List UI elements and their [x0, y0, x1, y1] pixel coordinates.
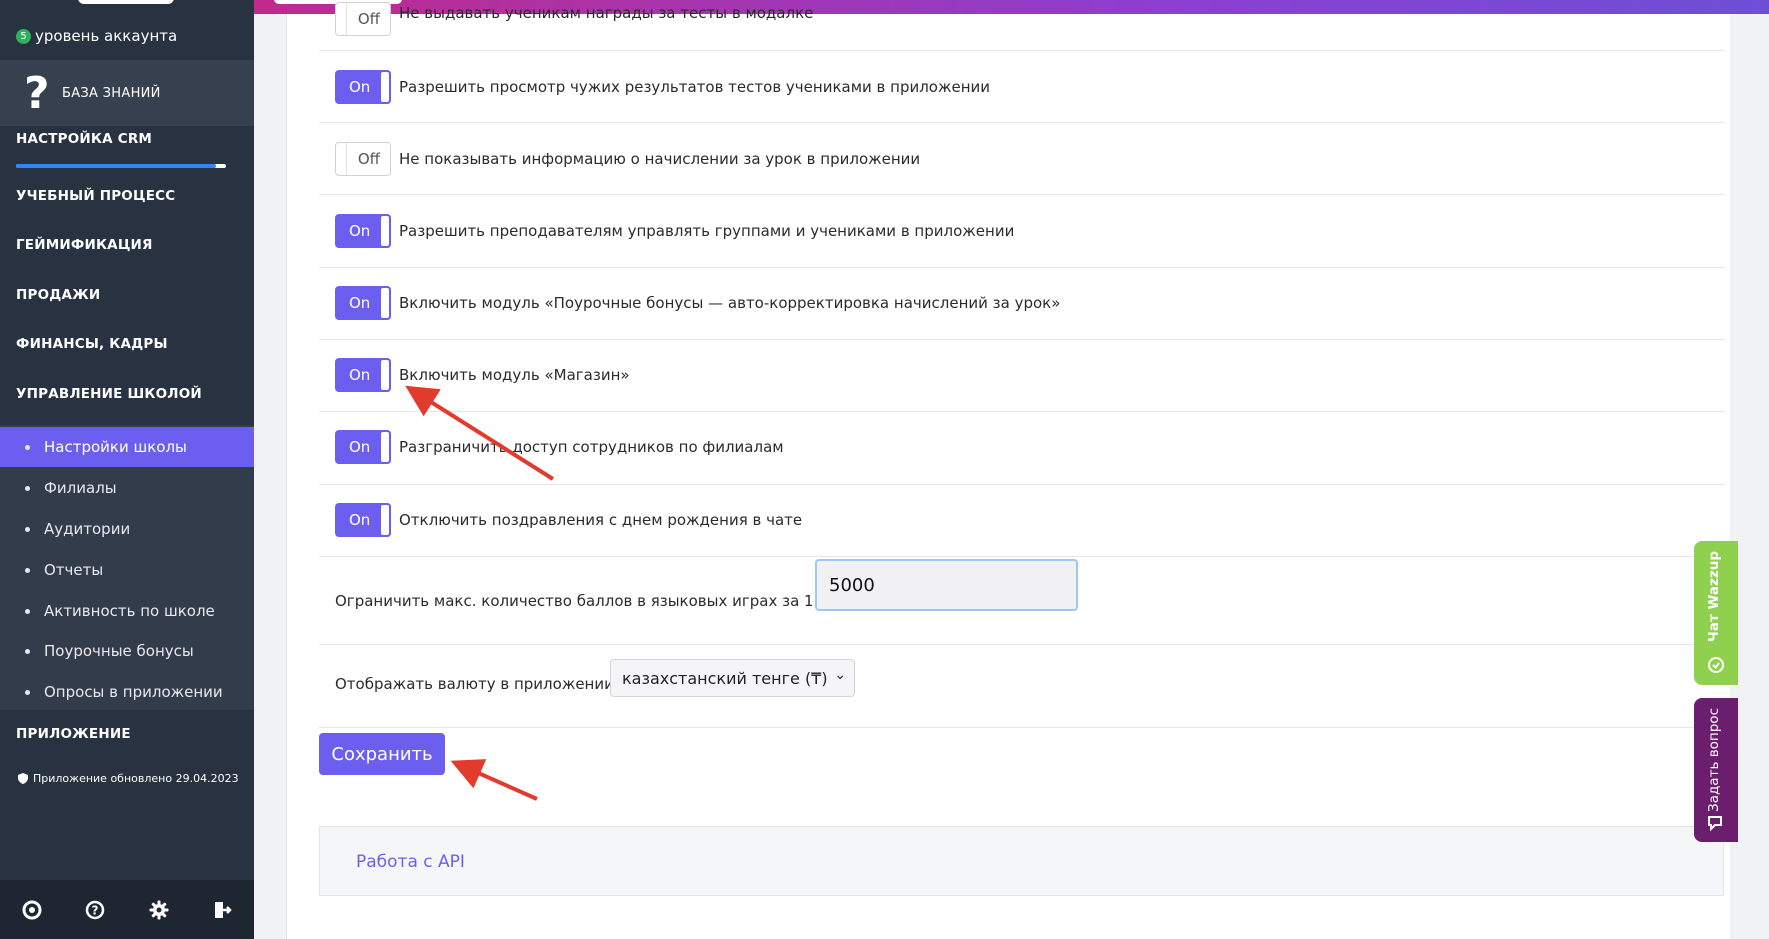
annotation-arrows	[405, 385, 555, 801]
arrow-to-shop-toggle	[405, 385, 555, 481]
arrow-to-save-button	[450, 759, 538, 801]
